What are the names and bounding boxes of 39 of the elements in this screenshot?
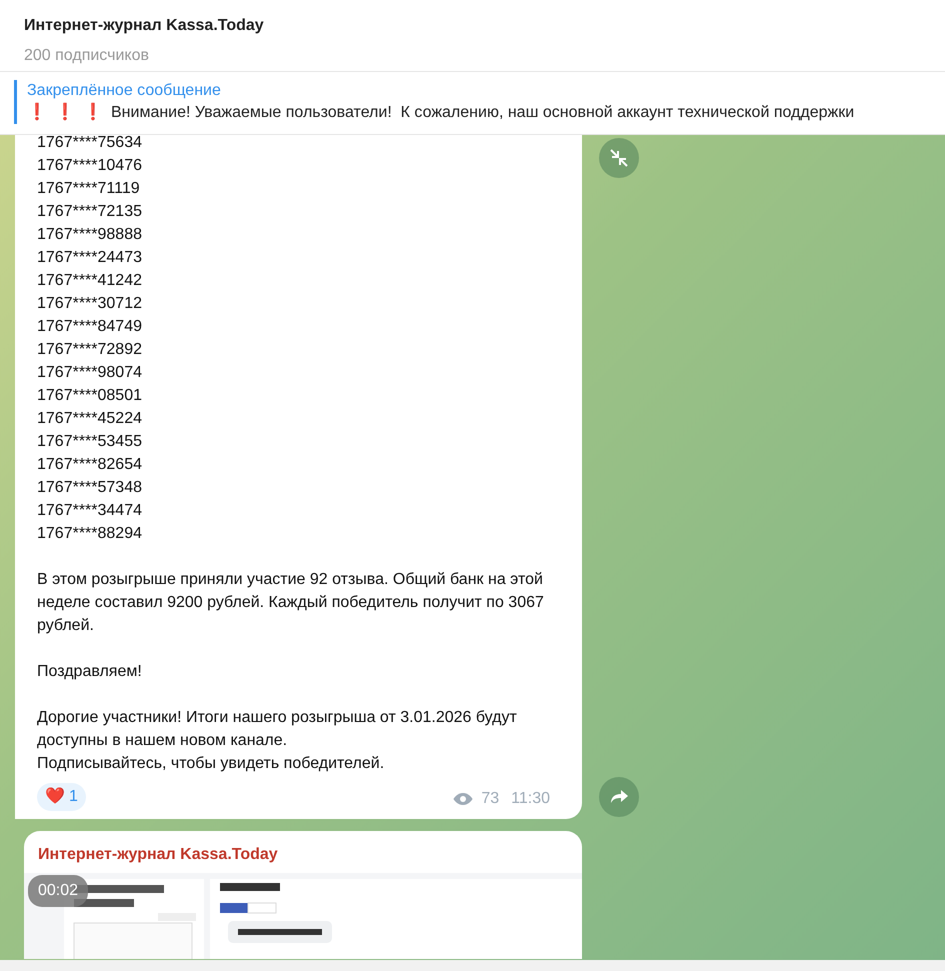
reaction-button[interactable]: ❤ 1 [37,783,86,811]
channel-title: Интернет-журнал Kassa.Today [24,16,265,36]
message-line: 1767****88294 [37,524,143,544]
pinned-text: Внимание! Уважаемые пользователи! К сожалению, наш основной аккаунт технической поддержки [111,103,854,123]
message-line: 1767****82654 [37,455,143,475]
message-text: Поздравляем! [37,662,143,682]
message-line: 1767****30712 [37,294,143,314]
view-count: 73 [481,789,500,809]
message-line: 1767****08501 [37,386,143,406]
message-time: 11:30 [511,789,550,809]
message-line: 1767****53455 [37,432,143,452]
exclamation-icon: ❗ [83,102,103,124]
message-line: 1767****84749 [37,317,143,337]
message-line: 1767****24473 [37,248,143,268]
message-text: Дорогие участники! Итоги нашего розыгрыша от 3.01.2026 будут доступны в нашем новом канале. Подписывайтесь, чтобы увидеть победителей. [37,708,518,774]
exclamation-icon: ❗ [55,102,75,124]
exclamation-icon: ❗ [27,102,47,124]
message-line: 1767****71119 [37,179,141,199]
message-line: 1767****41242 [37,271,143,291]
collapse-icon [610,149,628,167]
subscriber-count: 200 подписчиков [24,46,150,66]
collapse-button[interactable] [599,138,639,178]
video-duration: 00:02 [28,875,88,907]
message-line: 1767****98888 [37,225,143,245]
message-line: 1767****45224 [37,409,143,429]
message-line: 1767****10476 [37,156,143,176]
heart-icon: ❤ [45,785,65,809]
message-line: 1767****57348 [37,478,143,498]
message-line: 1767****72135 [37,202,143,222]
views-icon [453,792,474,806]
message-line: 1767****98074 [37,363,143,383]
forward-icon [610,789,628,805]
message-text: В этом розыгрыше приняли участие 92 отзыва. Общий банк на этой неделе составил 9200 рублей. Каждый победитель получит по 3067 рублей. [37,570,545,636]
pinned-label: Закреплённое сообщение [27,81,222,101]
forward-button[interactable] [599,777,639,817]
message-line: 1767****72892 [37,340,143,360]
author-name: Интернет-журнал Kassa.Today [37,845,279,865]
message-line: 1767****75634 [37,135,143,153]
message-line: 1767****34474 [37,501,143,521]
